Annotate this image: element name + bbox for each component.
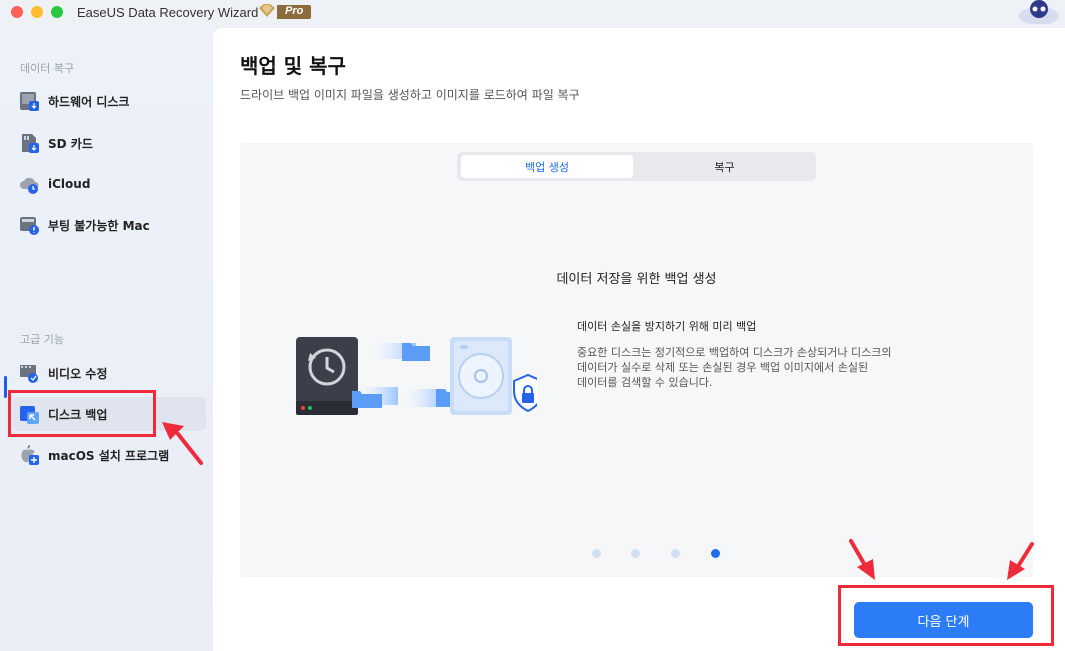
sidebar-item-label: 디스크 백업 xyxy=(48,407,108,422)
sidebar-item-sd-card[interactable]: SD 카드 xyxy=(12,126,206,160)
annotation-arrow-icon xyxy=(849,539,875,580)
feature-card: 백업 생성 복구 데이터 저장을 위한 백업 생성 데이터 손실을 방지하기 위… xyxy=(240,143,1033,577)
backup-illustration-icon xyxy=(296,337,537,415)
sidebar-item-label: macOS 설치 프로그램 xyxy=(48,448,170,463)
description-text: 중요한 디스크는 정기적으로 백업하여 디스크가 손상되거나 디스크의 데이터가… xyxy=(577,345,907,390)
app-title: EaseUS Data Recovery Wizard xyxy=(77,5,259,20)
sidebar-item-video-repair[interactable]: 비디오 수정 xyxy=(12,356,206,390)
active-item-indicator xyxy=(4,376,7,398)
page-title: 백업 및 복구 xyxy=(240,54,346,78)
unbootable-mac-icon xyxy=(20,217,39,235)
carousel-dot-1[interactable] xyxy=(592,549,601,558)
section-label-data-recovery: 데이터 복구 xyxy=(20,62,75,75)
sidebar-item-hardware-disk[interactable]: 하드웨어 디스크 xyxy=(12,84,206,118)
carousel-dot-3[interactable] xyxy=(671,549,680,558)
main-panel: 백업 및 복구 드라이브 백업 이미지 파일을 생성하고 이미지를 로드하여 파… xyxy=(213,28,1065,651)
description-line: 데이터를 검색할 수 있습니다. xyxy=(577,376,713,389)
next-step-button[interactable]: 다음 단계 xyxy=(854,602,1033,638)
feature-title: 데이터 저장을 위한 백업 생성 xyxy=(556,272,717,287)
mascot-avatar-icon[interactable] xyxy=(1017,0,1061,24)
description-line: 데이터가 실수로 삭제 또는 손실된 경우 백업 이미지에서 손실된 xyxy=(577,361,869,374)
section-label-advanced: 고급 기능 xyxy=(20,333,64,346)
hard-drive-icon xyxy=(20,92,39,111)
carousel-pagination xyxy=(592,549,722,559)
carousel-dot-2[interactable] xyxy=(631,549,640,558)
sidebar-item-unbootable-mac[interactable]: 부팅 불가능한 Mac xyxy=(12,208,206,242)
sidebar-item-label: iCloud xyxy=(48,177,91,191)
sidebar: 데이터 복구 하드웨어 디스크 SD 카드 iCloud 부팅 불가능한 Mac… xyxy=(0,28,213,651)
disk-backup-icon xyxy=(20,406,39,424)
minimize-window-button[interactable] xyxy=(31,6,43,18)
description-heading: 데이터 손실을 방지하기 위해 미리 백업 xyxy=(577,320,757,333)
sidebar-item-label: 부팅 불가능한 Mac xyxy=(48,218,150,233)
pro-badge-label: Pro xyxy=(285,5,304,17)
video-repair-icon xyxy=(20,365,38,383)
sidebar-item-label: 비디오 수정 xyxy=(48,366,108,381)
tab-restore[interactable]: 복구 xyxy=(637,155,812,178)
sidebar-item-label: SD 카드 xyxy=(48,136,93,151)
sidebar-item-label: 하드웨어 디스크 xyxy=(48,94,130,109)
page-subtitle: 드라이브 백업 이미지 파일을 생성하고 이미지를 로드하여 파일 복구 xyxy=(240,88,580,102)
carousel-dot-4[interactable] xyxy=(711,549,720,558)
sd-card-icon xyxy=(22,134,39,153)
macos-installer-icon xyxy=(21,445,39,465)
annotation-arrow-icon xyxy=(162,422,203,465)
tab-create-backup[interactable]: 백업 생성 xyxy=(461,155,633,178)
description-line: 중요한 디스크는 정기적으로 백업하여 디스크가 손상되거나 디스크의 xyxy=(577,346,892,359)
icloud-icon xyxy=(20,177,39,194)
close-window-button[interactable] xyxy=(11,6,23,18)
mode-segmented-control: 백업 생성 복구 xyxy=(457,152,816,181)
zoom-window-button[interactable] xyxy=(51,6,63,18)
title-bar: EaseUS Data Recovery Wizard Pro xyxy=(0,0,1065,28)
annotation-arrow-icon xyxy=(1007,542,1034,580)
sidebar-item-icloud[interactable]: iCloud xyxy=(12,167,206,201)
